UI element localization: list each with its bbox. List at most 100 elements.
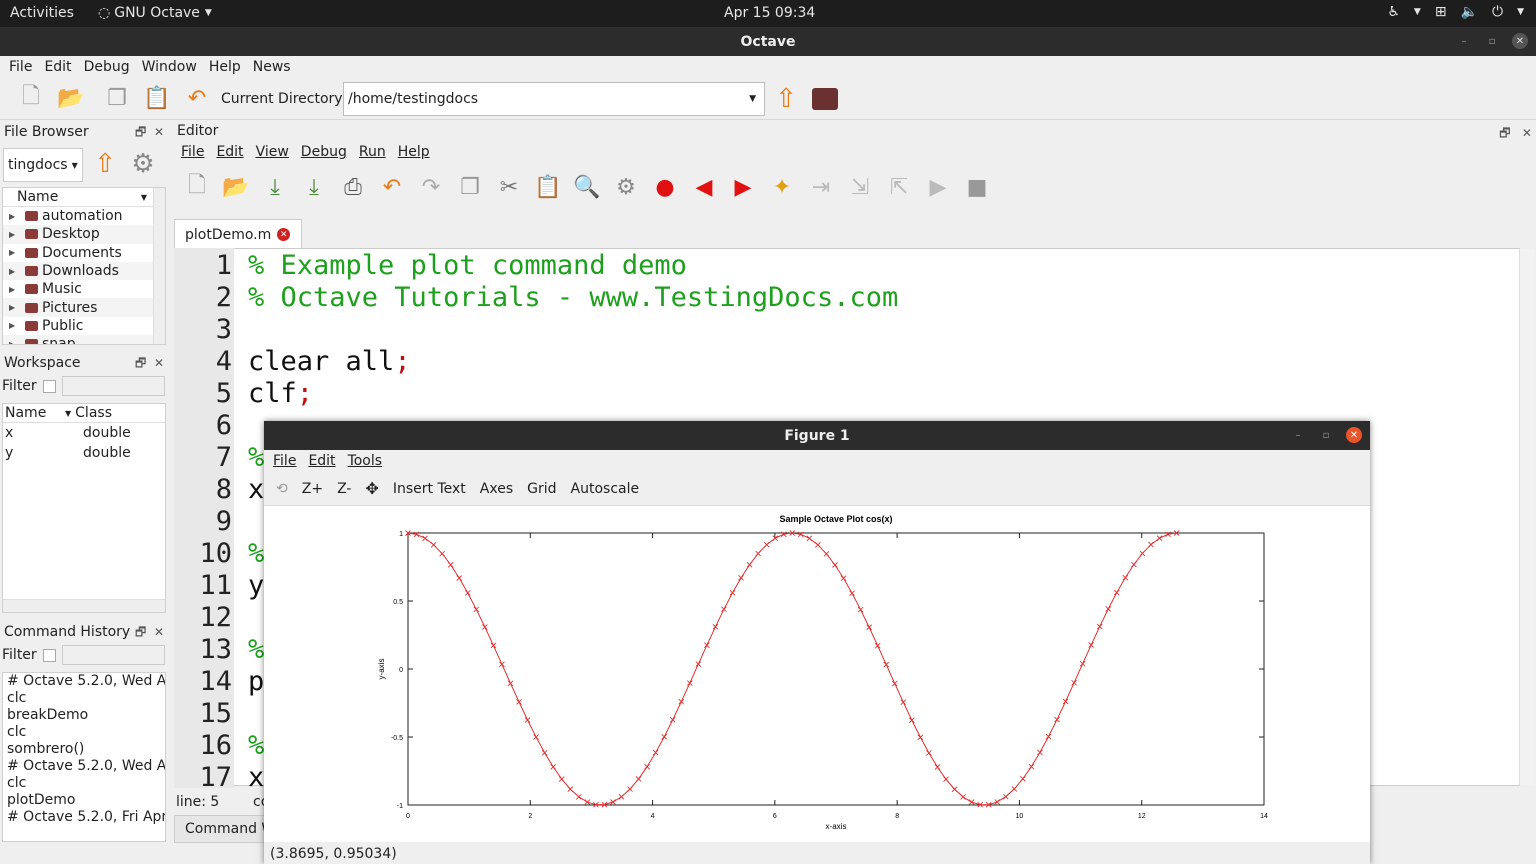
scrollbar[interactable] — [153, 188, 165, 344]
expand-arrow-icon[interactable]: ▶ — [9, 267, 17, 276]
editor-tab[interactable]: plotDemo.m ✕ — [174, 219, 302, 249]
settings-icon[interactable]: ⚙ — [611, 172, 641, 202]
editor-scrollbar[interactable] — [1519, 249, 1534, 785]
save-icon[interactable]: ⤓ — [260, 172, 290, 202]
minimize-button[interactable]: – — [1290, 427, 1306, 443]
app-menu[interactable]: ◌ GNU Octave ▼ — [98, 5, 212, 21]
file-tree-item[interactable]: ▶ Desktop — [3, 225, 165, 244]
minimize-button[interactable]: – — [1456, 33, 1472, 49]
history-item[interactable]: plotDemo — [3, 792, 165, 809]
code-line[interactable]: % — [248, 538, 264, 569]
editor-menu-run[interactable]: Run — [353, 141, 392, 163]
undo-icon[interactable]: ↶ — [377, 172, 407, 202]
undock-close-icons[interactable]: 🗗 ✕ — [135, 121, 164, 143]
close-button[interactable]: ✕ — [1346, 427, 1362, 443]
history-item[interactable]: # Octave 5.2.0, Wed Ap — [3, 673, 165, 690]
maximize-button[interactable]: ▫ — [1318, 427, 1334, 443]
figure-menu-tools[interactable]: Tools — [342, 450, 389, 472]
expand-arrow-icon[interactable]: ▶ — [9, 285, 17, 294]
step-icon[interactable]: ⇥ — [806, 172, 836, 202]
paste-icon[interactable]: 📋 — [142, 83, 172, 113]
code-line[interactable]: y — [248, 570, 264, 601]
editor-menu-edit[interactable]: Edit — [210, 141, 249, 163]
find-icon[interactable]: 🔍 — [572, 172, 602, 202]
filter-checkbox[interactable] — [42, 648, 56, 662]
print-icon[interactable]: ⎙ — [338, 172, 368, 202]
editor-menu-file[interactable]: File — [175, 141, 210, 163]
file-tree-item[interactable]: ▶ Pictures — [3, 298, 165, 317]
code-line[interactable]: % — [248, 634, 264, 665]
open-file-icon[interactable]: 📂 — [221, 172, 251, 202]
chevron-down-icon[interactable]: ▼ — [749, 83, 756, 115]
code-line[interactable]: % — [248, 730, 264, 761]
browse-directory-icon[interactable] — [812, 88, 838, 110]
name-column-header[interactable]: Name — [3, 405, 69, 421]
code-line[interactable]: clear all; — [248, 346, 411, 377]
file-tree-item[interactable]: ▶ Music — [3, 280, 165, 298]
new-script-icon[interactable]: 🗋 — [16, 83, 46, 113]
class-column-header[interactable]: Class — [75, 405, 112, 421]
code-line[interactable]: % Octave Tutorials - www.TestingDocs.com — [248, 282, 898, 313]
continue-icon[interactable]: ▶ — [923, 172, 953, 202]
grid-button[interactable]: Grid — [527, 481, 556, 497]
history-item[interactable]: # Octave 5.2.0, Fri Apr — [3, 809, 165, 826]
system-tray[interactable]: ♿ ▼ ⊞ 🔈 ⏻ ▼ — [1387, 4, 1524, 20]
undock-close-icons[interactable]: 🗗 ✕ — [135, 621, 164, 643]
file-tree-item[interactable]: ▶ Public — [3, 317, 165, 335]
menu-news[interactable]: News — [247, 56, 297, 78]
editor-menu-debug[interactable]: Debug — [295, 141, 353, 163]
expand-arrow-icon[interactable]: ▶ — [9, 230, 17, 239]
copy-icon[interactable]: ❐ — [102, 83, 132, 113]
history-item[interactable]: breakDemo — [3, 707, 165, 724]
editor-menu-help[interactable]: Help — [392, 141, 436, 163]
close-button[interactable]: ✕ — [1512, 33, 1528, 49]
expand-arrow-icon[interactable]: ▶ — [9, 248, 17, 257]
file-tree-item[interactable]: ▶ automation — [3, 207, 165, 225]
code-line[interactable]: % — [248, 442, 264, 473]
menu-edit[interactable]: Edit — [38, 56, 77, 78]
history-item[interactable]: clc — [3, 690, 165, 707]
code-line[interactable]: x — [248, 474, 264, 505]
insert-text-button[interactable]: Insert Text — [393, 481, 466, 497]
horizontal-scrollbar[interactable] — [3, 599, 165, 612]
menu-debug[interactable]: Debug — [78, 56, 136, 78]
previous-breakpoint-icon[interactable]: ◀ — [689, 172, 719, 202]
figure-menu-file[interactable]: File — [267, 450, 302, 472]
axes-button[interactable]: Axes — [480, 481, 513, 497]
settings-gear-icon[interactable]: ⚙ — [128, 149, 158, 179]
next-breakpoint-icon[interactable]: ▶ — [728, 172, 758, 202]
paste-icon[interactable]: 📋 — [533, 172, 563, 202]
pan-icon[interactable]: ✥ — [365, 479, 378, 498]
parent-directory-icon[interactable]: ⇧ — [771, 84, 801, 114]
undo-icon[interactable]: ↶ — [182, 83, 212, 113]
filter-checkbox[interactable] — [42, 379, 56, 393]
history-item[interactable]: # Octave 5.2.0, Wed Ap — [3, 758, 165, 775]
expand-arrow-icon[interactable]: ▶ — [9, 212, 17, 221]
menu-file[interactable]: File — [3, 56, 38, 78]
workspace-row[interactable]: x double — [3, 423, 165, 443]
clock[interactable]: Apr 15 09:34 — [724, 5, 815, 21]
code-line[interactable]: clf; — [248, 378, 313, 409]
undock-close-icons[interactable]: 🗗 ✕ — [1499, 124, 1532, 145]
zoom-in-button[interactable]: Z+ — [302, 481, 323, 497]
clear-breakpoints-icon[interactable]: ✦ — [767, 172, 797, 202]
new-file-icon[interactable]: 🗋 — [182, 172, 212, 202]
close-tab-icon[interactable]: ✕ — [277, 228, 291, 241]
open-folder-icon[interactable]: 📂 — [56, 83, 86, 113]
history-item[interactable]: sombrero() — [3, 741, 165, 758]
menu-window[interactable]: Window — [136, 56, 203, 78]
code-line[interactable]: p — [248, 666, 264, 697]
filter-input[interactable] — [61, 645, 165, 665]
redo-icon[interactable]: ↷ — [416, 172, 446, 202]
expand-arrow-icon[interactable]: ▶ — [9, 340, 17, 344]
workspace-row[interactable]: y double — [3, 443, 165, 463]
cut-icon[interactable]: ✂ — [494, 172, 524, 202]
filter-input[interactable] — [61, 376, 165, 396]
copy-icon[interactable]: ❐ — [455, 172, 485, 202]
stop-icon[interactable]: ■ — [962, 172, 992, 202]
maximize-button[interactable]: ▫ — [1484, 33, 1500, 49]
expand-arrow-icon[interactable]: ▶ — [9, 303, 17, 312]
history-item[interactable]: clc — [3, 724, 165, 741]
autoscale-button[interactable]: Autoscale — [571, 481, 640, 497]
expand-arrow-icon[interactable]: ▶ — [9, 321, 17, 330]
